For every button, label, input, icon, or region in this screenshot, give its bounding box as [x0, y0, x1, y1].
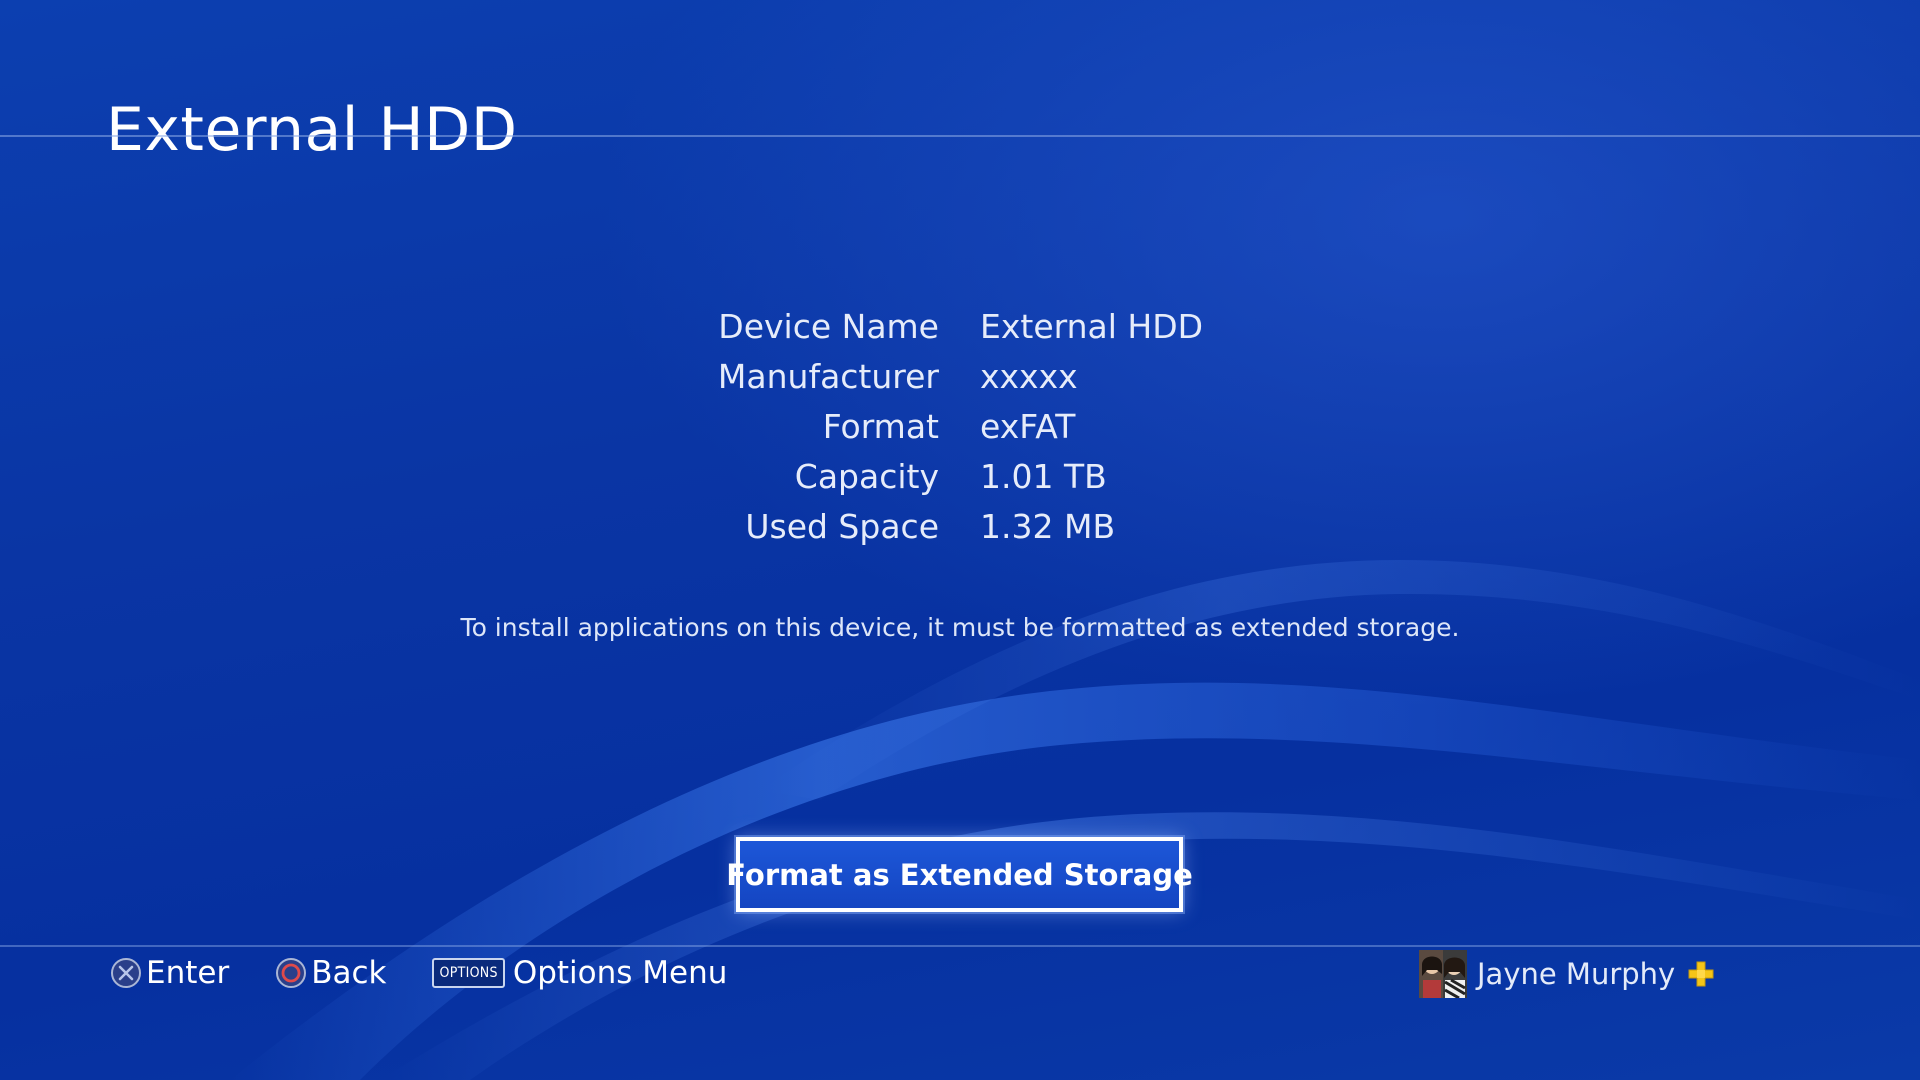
ps-plus-icon — [1688, 961, 1714, 987]
options-button-icon: OPTIONS — [432, 958, 505, 988]
info-value: exFAT — [980, 407, 1076, 446]
footer-divider — [0, 945, 1920, 947]
info-label: Manufacturer — [717, 357, 939, 396]
options-hint[interactable]: OPTIONS Options Menu — [432, 953, 727, 993]
header-divider — [0, 135, 1920, 137]
options-label: Options Menu — [512, 955, 728, 991]
info-row-manufacturer: Manufacturer xxxxx — [0, 352, 1920, 402]
info-value: 1.01 TB — [980, 457, 1107, 496]
info-row-device-name: Device Name External HDD — [0, 302, 1920, 352]
info-row-capacity: Capacity 1.01 TB — [0, 452, 1920, 502]
enter-label: Enter — [146, 955, 230, 991]
info-value: 1.32 MB — [980, 507, 1116, 546]
user-profile: Jayne Murphy — [1419, 950, 1715, 998]
back-label: Back — [311, 955, 387, 991]
back-hint[interactable]: Back — [275, 953, 386, 993]
device-info-table: Device Name External HDD Manufacturer xx… — [0, 302, 1920, 552]
circle-button-icon — [276, 958, 307, 988]
enter-hint[interactable]: Enter — [110, 953, 229, 993]
page-title: External HDD — [106, 95, 518, 166]
format-button-label: Format as Extended Storage — [726, 857, 1193, 892]
user-name: Jayne Murphy — [1477, 957, 1676, 991]
info-label: Capacity — [794, 457, 939, 496]
format-notice: To install applications on this device, … — [460, 613, 1460, 642]
avatar — [1419, 950, 1467, 998]
info-row-used-space: Used Space 1.32 MB — [0, 502, 1920, 552]
info-label: Device Name — [718, 307, 939, 346]
controller-hints: Enter Back OPTIONS Options Menu — [110, 953, 773, 993]
info-value: xxxxx — [980, 357, 1078, 396]
cross-button-icon — [111, 958, 141, 988]
info-label: Format — [822, 407, 939, 446]
info-value: External HDD — [980, 307, 1204, 346]
info-row-format: Format exFAT — [0, 402, 1920, 452]
info-label: Used Space — [745, 507, 939, 546]
format-extended-storage-button[interactable]: Format as Extended Storage — [726, 837, 1193, 912]
